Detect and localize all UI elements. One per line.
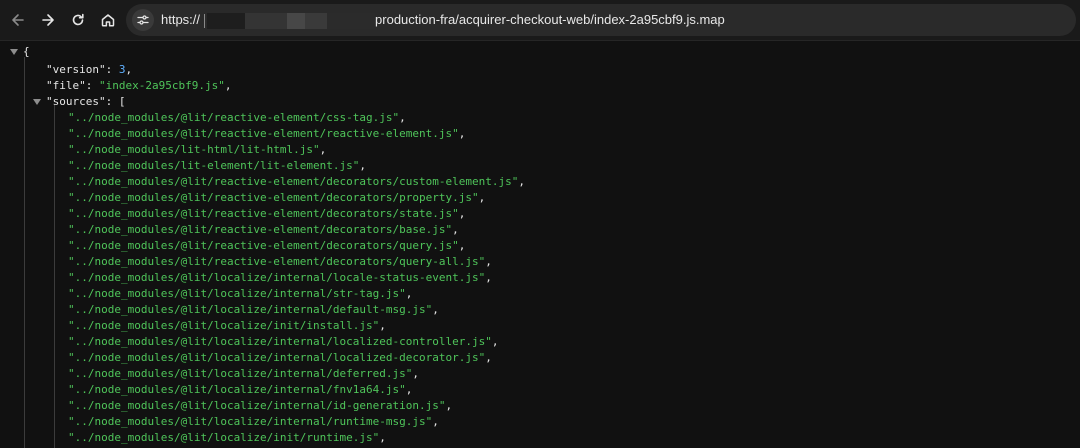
address-bar[interactable]: https:// production-fra/acquirer-checkout… bbox=[126, 4, 1076, 36]
url-path: production-fra/acquirer-checkout-web/ind… bbox=[375, 12, 725, 27]
version-key: "version" bbox=[46, 63, 106, 76]
source-path: "../node_modules/@lit/reactive-element/d… bbox=[68, 207, 459, 220]
site-settings-button[interactable] bbox=[132, 9, 154, 31]
url-redaction-divider bbox=[204, 13, 206, 28]
source-path: "../node_modules/@lit/localize/internal/… bbox=[68, 367, 413, 380]
file-value: "index-2a95cbf9.js" bbox=[99, 79, 225, 92]
source-entry: "../node_modules/@lit/localize/internal/… bbox=[68, 287, 413, 300]
home-icon bbox=[101, 14, 115, 27]
home-button[interactable] bbox=[96, 8, 120, 32]
source-path: "../node_modules/@lit/localize/internal/… bbox=[68, 383, 406, 396]
open-brace: { bbox=[23, 45, 30, 58]
source-entry: "../node_modules/@lit/localize/internal/… bbox=[68, 335, 499, 348]
source-path: "../node_modules/@lit/localize/internal/… bbox=[68, 271, 486, 284]
url-redaction-block bbox=[287, 12, 306, 29]
open-bracket: [ bbox=[118, 95, 126, 108]
indent-guide-sources bbox=[54, 105, 55, 448]
source-path: "../node_modules/@lit/reactive-element/d… bbox=[68, 191, 479, 204]
source-path: "../node_modules/lit-html/lit-html.js" bbox=[68, 143, 320, 156]
source-entry: "../node_modules/@lit/localize/internal/… bbox=[68, 415, 439, 428]
source-path: "../node_modules/@lit/reactive-element/d… bbox=[68, 175, 519, 188]
source-path: "../node_modules/@lit/reactive-element/d… bbox=[68, 223, 453, 236]
url-redaction-block bbox=[305, 12, 328, 29]
source-entry: "../node_modules/@lit/reactive-element/d… bbox=[68, 207, 466, 220]
forward-button[interactable] bbox=[36, 8, 60, 32]
source-path: "../node_modules/@lit/localize/internal/… bbox=[68, 303, 433, 316]
source-entry: "../node_modules/@lit/localize/init/inst… bbox=[68, 319, 386, 332]
source-path: "../node_modules/@lit/localize/internal/… bbox=[68, 287, 406, 300]
source-path: "../node_modules/@lit/localize/init/inst… bbox=[68, 319, 380, 332]
url-scheme: https:// bbox=[161, 12, 201, 27]
source-entry: "../node_modules/@lit/localize/internal/… bbox=[68, 367, 419, 380]
source-path: "../node_modules/@lit/reactive-element/d… bbox=[68, 239, 459, 252]
source-entry: "../node_modules/@lit/reactive-element/r… bbox=[68, 127, 466, 140]
file-line: "file": "index-2a95cbf9.js", bbox=[46, 79, 232, 92]
source-path: "../node_modules/@lit/reactive-element/c… bbox=[68, 111, 400, 124]
source-entry: "../node_modules/@lit/localize/internal/… bbox=[68, 399, 453, 412]
version-line: "version": 3, bbox=[46, 63, 133, 76]
source-entry: "../node_modules/@lit/reactive-element/c… bbox=[68, 111, 406, 124]
browser-toolbar: https:// production-fra/acquirer-checkout… bbox=[0, 0, 1080, 41]
source-path: "../node_modules/@lit/localize/init/runt… bbox=[68, 431, 380, 444]
source-entry: "../node_modules/@lit/localize/internal/… bbox=[68, 303, 439, 316]
source-path: "../node_modules/@lit/localize/internal/… bbox=[68, 335, 492, 348]
reload-icon bbox=[72, 13, 84, 26]
back-button[interactable] bbox=[6, 8, 30, 32]
url-redaction-block bbox=[245, 12, 288, 29]
collapse-triangle-icon[interactable] bbox=[10, 49, 18, 55]
source-entry: "../node_modules/lit-element/lit-element… bbox=[68, 159, 367, 172]
collapse-triangle-icon[interactable] bbox=[33, 99, 41, 105]
json-viewer: { "version": 3, "file": "index-2a95cbf9.… bbox=[0, 41, 1080, 448]
url-text[interactable]: https:// production-fra/acquirer-checkout… bbox=[161, 12, 725, 29]
back-arrow-icon bbox=[12, 14, 24, 26]
forward-arrow-icon bbox=[42, 14, 54, 26]
reload-button[interactable] bbox=[66, 8, 90, 32]
source-entry: "../node_modules/lit-html/lit-html.js", bbox=[68, 143, 327, 156]
source-entry: "../node_modules/@lit/localize/internal/… bbox=[68, 383, 413, 396]
site-settings-icon bbox=[137, 15, 149, 25]
source-entry: "../node_modules/@lit/localize/internal/… bbox=[68, 351, 492, 364]
source-entry: "../node_modules/@lit/reactive-element/d… bbox=[68, 255, 492, 268]
source-path: "../node_modules/@lit/reactive-element/r… bbox=[68, 127, 459, 140]
url-redaction-block bbox=[327, 12, 376, 29]
url-redaction-block bbox=[207, 12, 246, 29]
source-path: "../node_modules/@lit/localize/internal/… bbox=[68, 351, 486, 364]
source-path: "../node_modules/@lit/reactive-element/d… bbox=[68, 255, 486, 268]
source-path: "../node_modules/lit-element/lit-element… bbox=[68, 159, 360, 172]
source-entry: "../node_modules/@lit/reactive-element/d… bbox=[68, 223, 459, 236]
source-entry: "../node_modules/@lit/reactive-element/d… bbox=[68, 175, 525, 188]
source-entry: "../node_modules/@lit/reactive-element/d… bbox=[68, 239, 466, 252]
source-entry: "../node_modules/@lit/reactive-element/d… bbox=[68, 191, 486, 204]
indent-guide-root bbox=[24, 57, 25, 448]
sources-key: "sources" bbox=[46, 95, 106, 108]
source-path: "../node_modules/@lit/localize/internal/… bbox=[68, 415, 433, 428]
file-key: "file" bbox=[46, 79, 86, 92]
source-entry: "../node_modules/@lit/localize/internal/… bbox=[68, 271, 492, 284]
source-path: "../node_modules/@lit/localize/internal/… bbox=[68, 399, 446, 412]
source-entry: "../node_modules/@lit/localize/init/runt… bbox=[68, 431, 386, 444]
